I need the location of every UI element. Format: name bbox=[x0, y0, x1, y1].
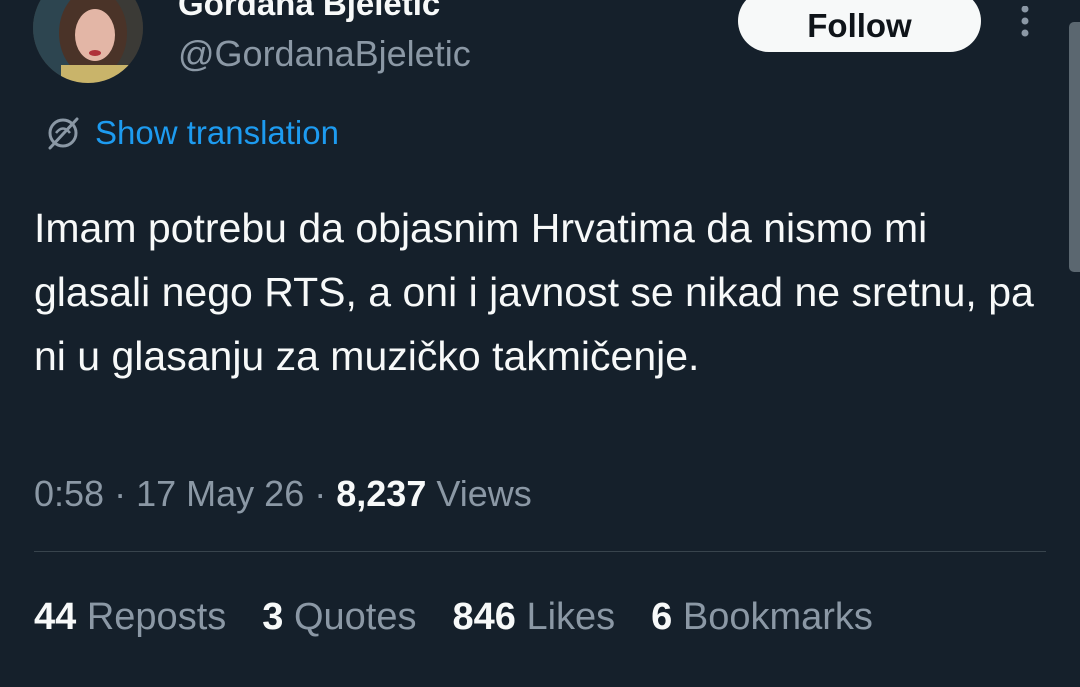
translate-icon bbox=[48, 117, 79, 150]
likes-count: 846 bbox=[452, 596, 516, 638]
reposts-stat[interactable]: 44 Reposts bbox=[34, 594, 226, 640]
quotes-stat[interactable]: 3 Quotes bbox=[262, 594, 416, 640]
author-avatar[interactable] bbox=[33, 0, 143, 83]
author-handle[interactable]: @GordanaBjeletic bbox=[178, 33, 471, 75]
follow-button[interactable]: Follow bbox=[738, 0, 981, 52]
show-translation-label: Show translation bbox=[95, 114, 339, 151]
reposts-count: 44 bbox=[34, 596, 77, 638]
show-translation-link[interactable]: Show translation bbox=[45, 112, 339, 154]
avatar-image bbox=[33, 0, 143, 83]
views-count: 8,237 bbox=[336, 473, 427, 514]
views-label: Views bbox=[436, 473, 532, 514]
divider bbox=[34, 551, 1046, 552]
tweet-meta: 0:58 · 17 May 26 · 8,237 Views bbox=[34, 472, 532, 516]
engagement-stats: 44 Reposts 3 Quotes 846 Likes 6 Bookmark… bbox=[34, 594, 873, 640]
meta-separator: · bbox=[314, 473, 327, 514]
more-options-icon[interactable] bbox=[1010, 5, 1040, 42]
meta-separator: · bbox=[114, 473, 127, 514]
likes-stat[interactable]: 846 Likes bbox=[452, 594, 615, 640]
quotes-count: 3 bbox=[262, 596, 284, 638]
scrollbar[interactable] bbox=[1069, 22, 1080, 272]
tweet-time[interactable]: 0:58 bbox=[34, 473, 104, 514]
quotes-label: Quotes bbox=[293, 596, 417, 638]
tweet-date[interactable]: 17 May 26 bbox=[136, 473, 304, 514]
reposts-label: Reposts bbox=[86, 596, 227, 638]
bookmarks-count: 6 bbox=[651, 596, 673, 638]
bookmarks-label: Bookmarks bbox=[682, 596, 873, 638]
tweet-text: Imam potrebu da objasnim Hrvatima da nis… bbox=[34, 205, 1034, 379]
author-display-name[interactable]: Gordana Bjeletic bbox=[178, 0, 440, 22]
bookmarks-stat[interactable]: 6 Bookmarks bbox=[651, 594, 873, 640]
likes-label: Likes bbox=[526, 596, 616, 638]
